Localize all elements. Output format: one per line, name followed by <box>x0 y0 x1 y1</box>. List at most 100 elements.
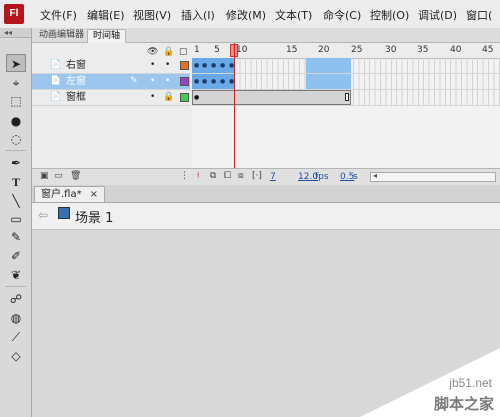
toolbox-divider <box>5 286 26 287</box>
keyframe-dot: ● <box>211 62 217 69</box>
ruler-tick-label: 5 <box>214 45 220 55</box>
menu-window[interactable]: 窗口( <box>466 7 492 23</box>
onion-skin-icon[interactable]: ⧉ <box>210 171 216 181</box>
keyframe-dot: ● <box>194 94 200 101</box>
menu-debug[interactable]: 调试(D) <box>418 7 457 23</box>
onion-markers-icon[interactable]: [·] <box>252 171 262 181</box>
lock-dot[interactable]: • <box>165 76 170 87</box>
new-layer-icon[interactable]: ▣ <box>40 171 49 181</box>
layer-name: 左窗 <box>66 76 86 87</box>
toolbox-divider <box>5 150 26 151</box>
elapsed-time-unit: s <box>353 172 358 182</box>
timeline-status-bar: ▣ ▭ 🗑 ⋮ ⍿ ⧉ ⧠ ⧈ [·] 7 12.0 fps 0.5 s ◂ <box>32 168 500 186</box>
bone-tool-icon[interactable]: ☍ <box>6 290 26 308</box>
ruler-tick-label: 25 <box>351 45 363 55</box>
menu-control[interactable]: 控制(O) <box>370 7 409 23</box>
frame-ruler[interactable]: 1 5 10 15 20 25 30 35 40 45 <box>192 43 500 59</box>
menu-insert[interactable]: 插入(I) <box>181 7 215 23</box>
flash-logo-icon: Fl <box>4 4 24 24</box>
eyedropper-tool-icon[interactable]: ⟋ <box>6 328 26 346</box>
panel-tabs: 动画编辑器 时间轴 <box>32 28 500 43</box>
menu-file[interactable]: 文件(F) <box>40 7 77 23</box>
tab-timeline[interactable]: 时间轴 <box>87 29 127 43</box>
lock-dot[interactable]: • <box>165 60 170 71</box>
ruler-tick-label: 40 <box>450 45 462 55</box>
document-tab[interactable]: 窗户.fla* × <box>34 186 105 202</box>
watermark: jb51.net 脚本之家 <box>360 348 500 417</box>
keyframe-dot: ● <box>202 78 208 85</box>
current-frame[interactable]: 7 <box>270 172 276 182</box>
back-arrow-icon[interactable]: ⇦ <box>38 208 48 222</box>
subselection-tool-icon[interactable]: ⌖ <box>6 74 26 92</box>
pencil-tool-icon[interactable]: ✎ <box>6 228 26 246</box>
layer-color-swatch[interactable] <box>180 93 189 102</box>
layer-row[interactable]: 📄 左窗 ✎ • • <box>32 74 190 90</box>
visibility-dot[interactable]: • <box>150 92 155 103</box>
lock-icon[interactable]: 🔒 <box>163 92 174 103</box>
layer-list: 👁 🔒 ▢ 📄 右窗 • • 📄 左窗 ✎ • • 📄 窗框 • 🔒 <box>32 43 190 185</box>
3d-rotation-tool-icon[interactable]: ● <box>6 112 26 130</box>
watermark-site: 脚本之家 <box>433 395 494 413</box>
ruler-tick-label: 45 <box>482 45 494 55</box>
frame-rate-unit: fps <box>315 172 329 182</box>
brush-tool-icon[interactable]: ✐ <box>6 247 26 265</box>
document-tab-label: 窗户.fla* <box>41 189 82 200</box>
visibility-dot[interactable]: • <box>150 76 155 87</box>
menu-view[interactable]: 视图(V) <box>133 7 171 23</box>
outline-icon[interactable]: ▢ <box>179 47 188 57</box>
toolbox: ◂◂ ➤ ⌖ ⬚ ● ◌ ✒ T ╲ ▭ ✎ ✐ ❦ ☍ ◍ ⟋ ◇ <box>0 28 32 417</box>
frame-row[interactable]: ● <box>192 90 500 106</box>
timeline-scrollbar[interactable]: ◂ <box>370 171 496 182</box>
scene-label[interactable]: 场景 1 <box>75 207 113 226</box>
free-transform-tool-icon[interactable]: ⬚ <box>6 92 26 110</box>
layer-color-swatch[interactable] <box>180 77 189 86</box>
ruler-tick-label: 1 <box>194 45 200 55</box>
pen-tool-icon[interactable]: ✒ <box>6 154 26 172</box>
line-tool-icon[interactable]: ╲ <box>6 192 26 210</box>
edit-bar: ⇦ 场景 1 <box>32 203 500 230</box>
edit-multiple-frames-icon[interactable]: ⧈ <box>238 171 244 181</box>
center-frame-icon[interactable]: ⍿ <box>197 171 199 181</box>
onion-outline-icon[interactable]: ⧠ <box>224 171 231 181</box>
frame-span[interactable] <box>306 74 351 89</box>
selection-tool-icon[interactable]: ➤ <box>6 54 26 72</box>
scene-icon <box>58 207 70 219</box>
visibility-dot[interactable]: • <box>150 60 155 71</box>
scroll-left-icon[interactable]: ◂ <box>373 171 377 180</box>
end-frame-marker <box>345 93 349 101</box>
rectangle-tool-icon[interactable]: ▭ <box>6 210 26 228</box>
menu-commands[interactable]: 命令(C) <box>323 7 361 23</box>
layer-page-icon: 📄 <box>50 76 62 86</box>
menu-modify[interactable]: 修改(M) <box>226 7 266 23</box>
menu-text[interactable]: 文本(T) <box>275 7 312 23</box>
menu-edit[interactable]: 编辑(E) <box>87 7 125 23</box>
paint-bucket-tool-icon[interactable]: ◍ <box>6 309 26 327</box>
trash-icon[interactable]: 🗑 <box>70 171 81 181</box>
pencil-icon: ✎ <box>130 76 138 86</box>
frame-grid[interactable]: 1 5 10 15 20 25 30 35 40 45 ● ● ● ● ● ● … <box>192 43 500 185</box>
keyframe-dot: ● <box>202 62 208 69</box>
eraser-tool-icon[interactable]: ◇ <box>6 347 26 365</box>
new-folder-icon[interactable]: ▭ <box>54 171 63 181</box>
tab-motion-editor[interactable]: 动画编辑器 <box>34 29 89 42</box>
layer-row[interactable]: 📄 右窗 • • <box>32 58 190 74</box>
frame-row[interactable]: ● ● ● ● ● <box>192 58 500 74</box>
frame-span[interactable] <box>192 90 351 105</box>
layer-row[interactable]: 📄 窗框 • 🔒 <box>32 90 190 106</box>
close-icon[interactable]: × <box>90 189 98 200</box>
lock-icon[interactable]: 🔒 <box>163 47 174 57</box>
layer-color-swatch[interactable] <box>180 61 189 70</box>
eye-icon[interactable]: 👁 <box>147 47 158 57</box>
keyframe-dot: ● <box>220 62 226 69</box>
keyframe-dot: ● <box>194 78 200 85</box>
frame-span[interactable] <box>306 58 351 73</box>
text-tool-icon[interactable]: T <box>6 173 26 191</box>
ruler-tick-label: 35 <box>417 45 429 55</box>
lasso-tool-icon[interactable]: ◌ <box>6 130 26 148</box>
deco-tool-icon[interactable]: ❦ <box>6 266 26 284</box>
toolbox-collapse[interactable]: ◂◂ <box>0 28 31 38</box>
scroll-handle-icon[interactable]: ⋮ <box>180 171 189 181</box>
frame-row[interactable]: ● ● ● ● ● <box>192 74 500 90</box>
layer-name: 右窗 <box>66 60 86 71</box>
menu-bar: Fl 文件(F) 编辑(E) 视图(V) 插入(I) 修改(M) 文本(T) 命… <box>0 0 500 29</box>
